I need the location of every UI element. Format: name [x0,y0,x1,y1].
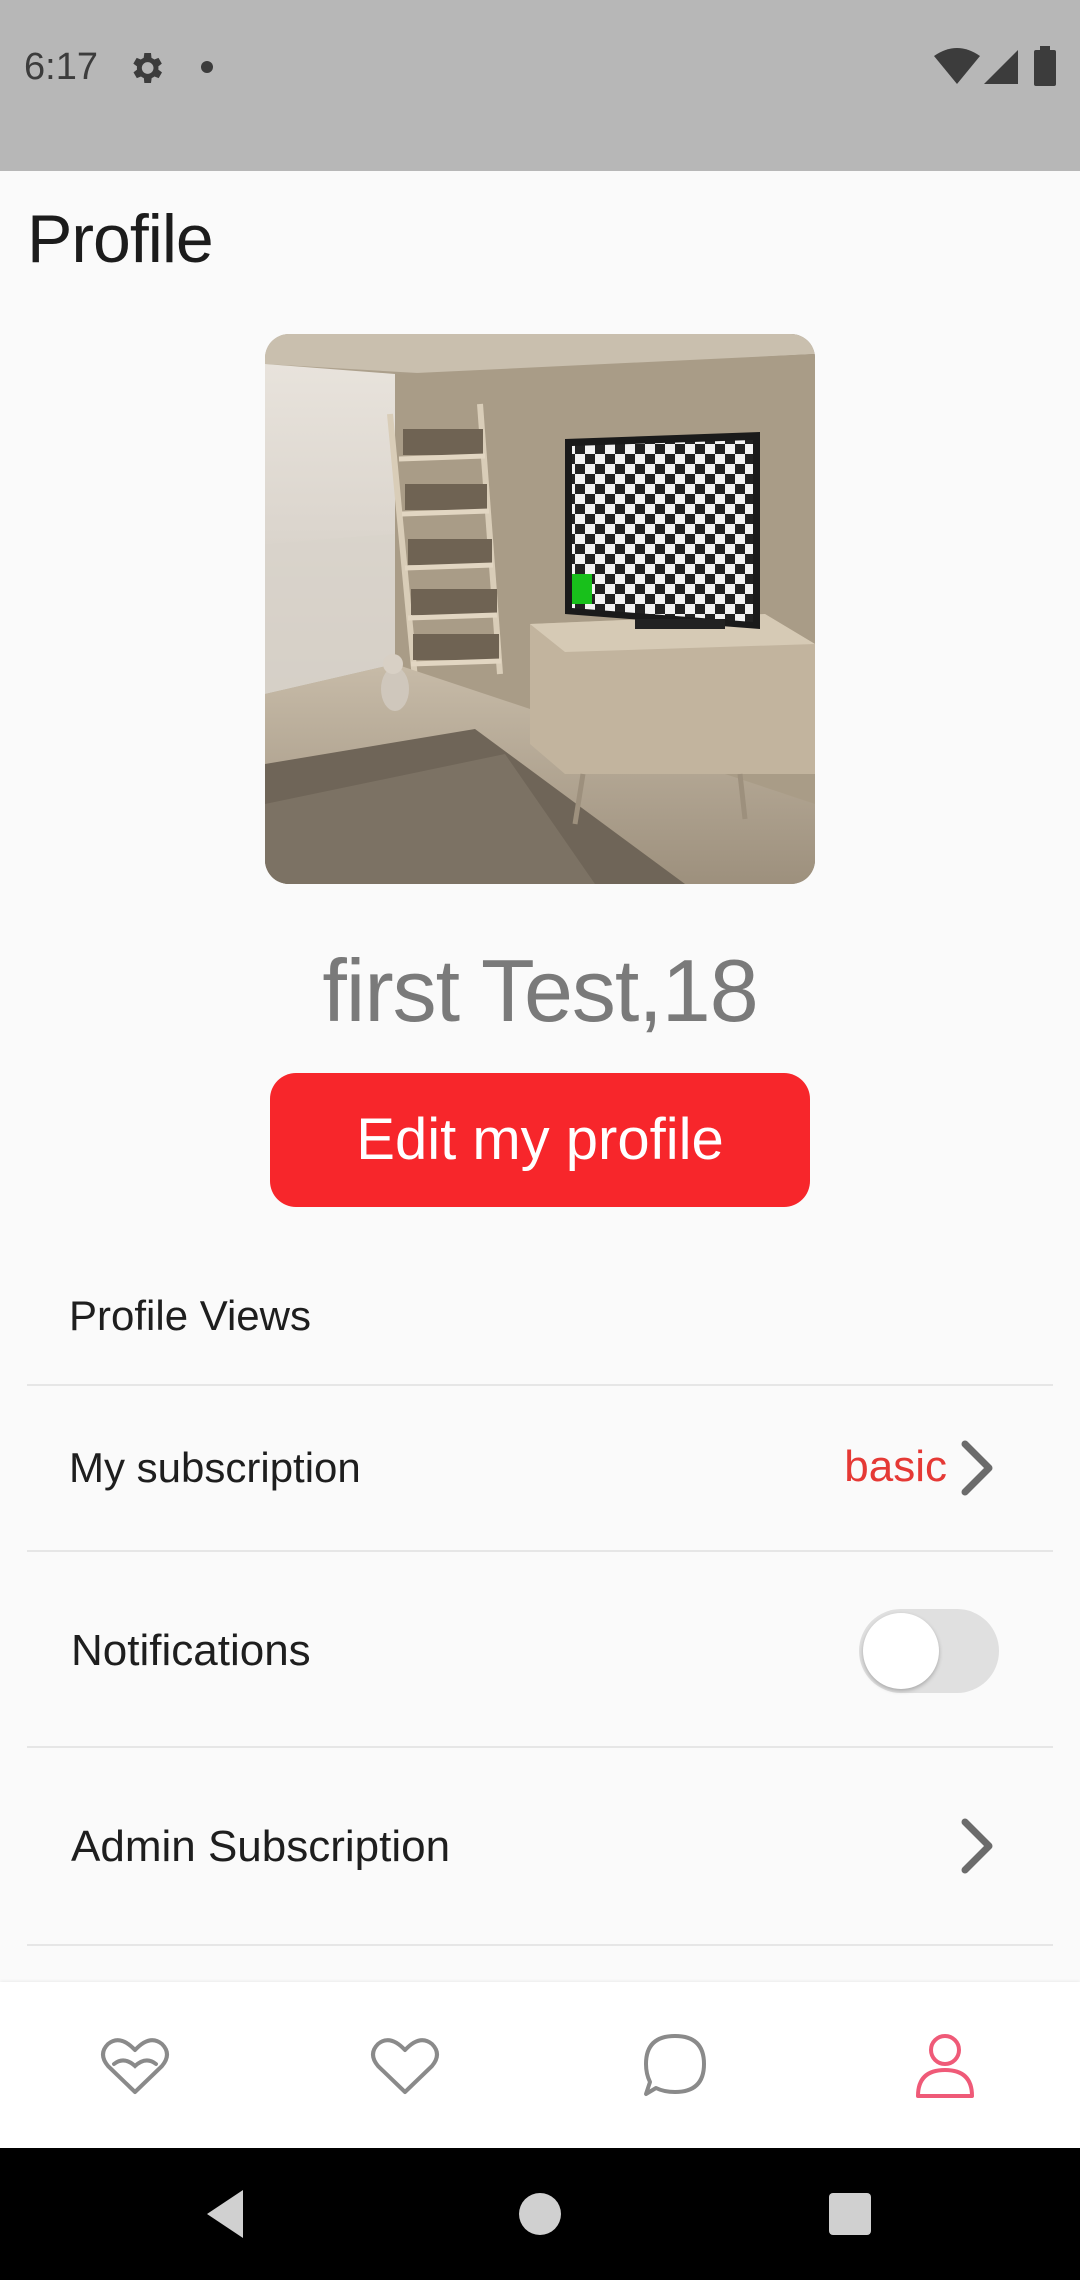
settings-gear-icon [133,53,162,83]
edit-profile-button[interactable]: Edit my profile [270,1073,810,1207]
battery-icon [1034,46,1056,86]
page-title: Profile [27,201,214,277]
double-heart-icon [101,2038,169,2094]
heart-icon [371,2038,439,2094]
nav-likes[interactable] [270,1982,540,2148]
my-subscription-row[interactable]: My subscription basic [27,1386,1053,1552]
profile-views-row[interactable]: Profile Views [27,1240,1053,1386]
room-photo-image [265,334,815,884]
nav-chat[interactable] [540,1982,810,2148]
system-navigation-bar [0,2148,1080,2280]
profile-views-label: Profile Views [69,1292,311,1339]
notifications-label: Notifications [71,1626,311,1675]
wifi-icon [934,48,980,84]
admin-subscription-label: Admin Subscription [71,1822,451,1871]
notification-dot-icon [201,61,213,73]
back-icon[interactable] [205,2188,245,2240]
profile-photo[interactable] [265,334,815,884]
notifications-toggle[interactable] [859,1609,999,1693]
nav-profile[interactable] [810,1982,1080,2148]
notifications-row: Notifications [27,1552,1053,1748]
admin-subscription-row[interactable]: Admin Subscription [27,1748,1053,1946]
chat-bubble-icon [644,2034,706,2096]
bottom-navigation [0,1982,1080,2148]
home-icon[interactable] [519,2193,561,2235]
recent-apps-icon[interactable] [829,2193,871,2235]
chevron-right-icon [961,1440,993,1496]
nav-matches[interactable] [0,1982,270,2148]
profile-screen: 6:17 Profile first Test,18 Edit my profi… [0,0,1080,2280]
chevron-right-icon [961,1818,993,1874]
status-time: 6:17 [24,46,98,88]
cell-signal-icon [984,50,1018,84]
person-icon [916,2034,974,2098]
toggle-knob [863,1613,939,1689]
profile-name-age: first Test,18 [322,941,758,1040]
subscription-value: basic [844,1442,947,1491]
status-bar: 6:17 [0,0,1080,171]
my-subscription-label: My subscription [69,1444,361,1491]
